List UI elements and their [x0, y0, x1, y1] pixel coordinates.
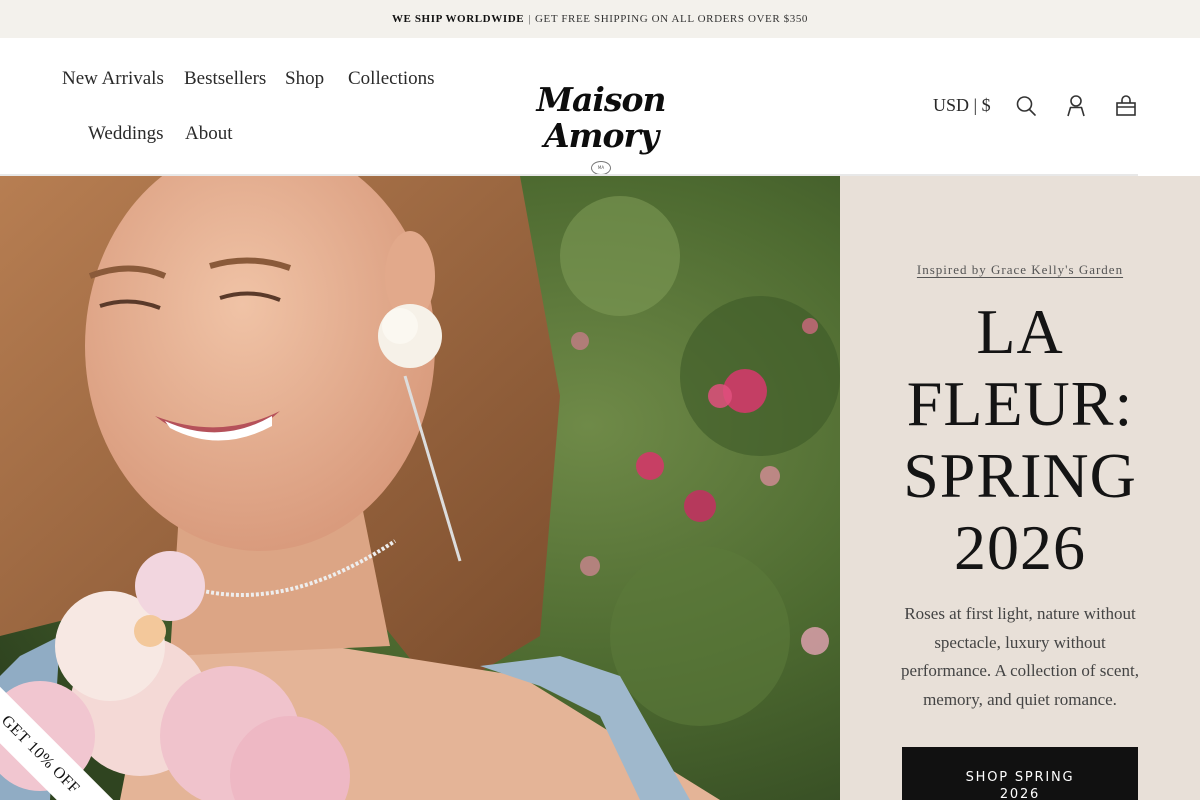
- headline-line: 2026: [954, 512, 1086, 583]
- brand-logo[interactable]: Maison Amory MA: [490, 82, 712, 175]
- nav-new-arrivals[interactable]: New Arrivals: [62, 68, 164, 90]
- announcement-separator: |: [528, 13, 531, 25]
- nav-about[interactable]: About: [185, 123, 233, 145]
- headline-line: SPRING: [903, 440, 1137, 511]
- nav-weddings[interactable]: Weddings: [88, 123, 164, 145]
- announcement-text: GET FREE SHIPPING ON ALL ORDERS OVER $35…: [535, 13, 809, 25]
- headline-line: LA: [976, 296, 1064, 367]
- account-icon[interactable]: [1065, 94, 1087, 118]
- cta-label-line: SHOP SPRING: [965, 769, 1075, 785]
- shop-spring-button[interactable]: SHOP SPRING 2026: [902, 747, 1138, 800]
- cta-label-line: 2026: [999, 786, 1041, 800]
- headline-line: FLEUR:: [906, 368, 1134, 439]
- cart-icon[interactable]: [1115, 94, 1137, 118]
- hero-panel: Inspired by Grace Kelly's Garden LA FLEU…: [840, 176, 1200, 800]
- currency-selector[interactable]: USD | $: [933, 95, 991, 116]
- nav-shop[interactable]: Shop: [285, 68, 324, 90]
- announcement-bar: WE SHIP WORLDWIDE | GET FREE SHIPPING ON…: [0, 0, 1200, 38]
- brand-name: Maison Amory: [536, 80, 666, 155]
- nav-collections[interactable]: Collections: [348, 68, 435, 90]
- nav-bestsellers[interactable]: Bestsellers: [184, 68, 266, 90]
- hero-kicker-link[interactable]: Inspired by Grace Kelly's Garden: [840, 262, 1200, 278]
- brand-seal: MA: [591, 161, 611, 175]
- search-icon[interactable]: [1015, 94, 1037, 118]
- hero-blurb: Roses at first light, nature without spe…: [901, 604, 1139, 709]
- hero-image: [0, 176, 840, 800]
- site-header: New Arrivals Bestsellers Shop Collection…: [0, 38, 1200, 176]
- hero-headline: LA FLEUR: SPRING 2026: [880, 296, 1160, 584]
- announcement-bold-text: WE SHIP WORLDWIDE: [391, 13, 525, 25]
